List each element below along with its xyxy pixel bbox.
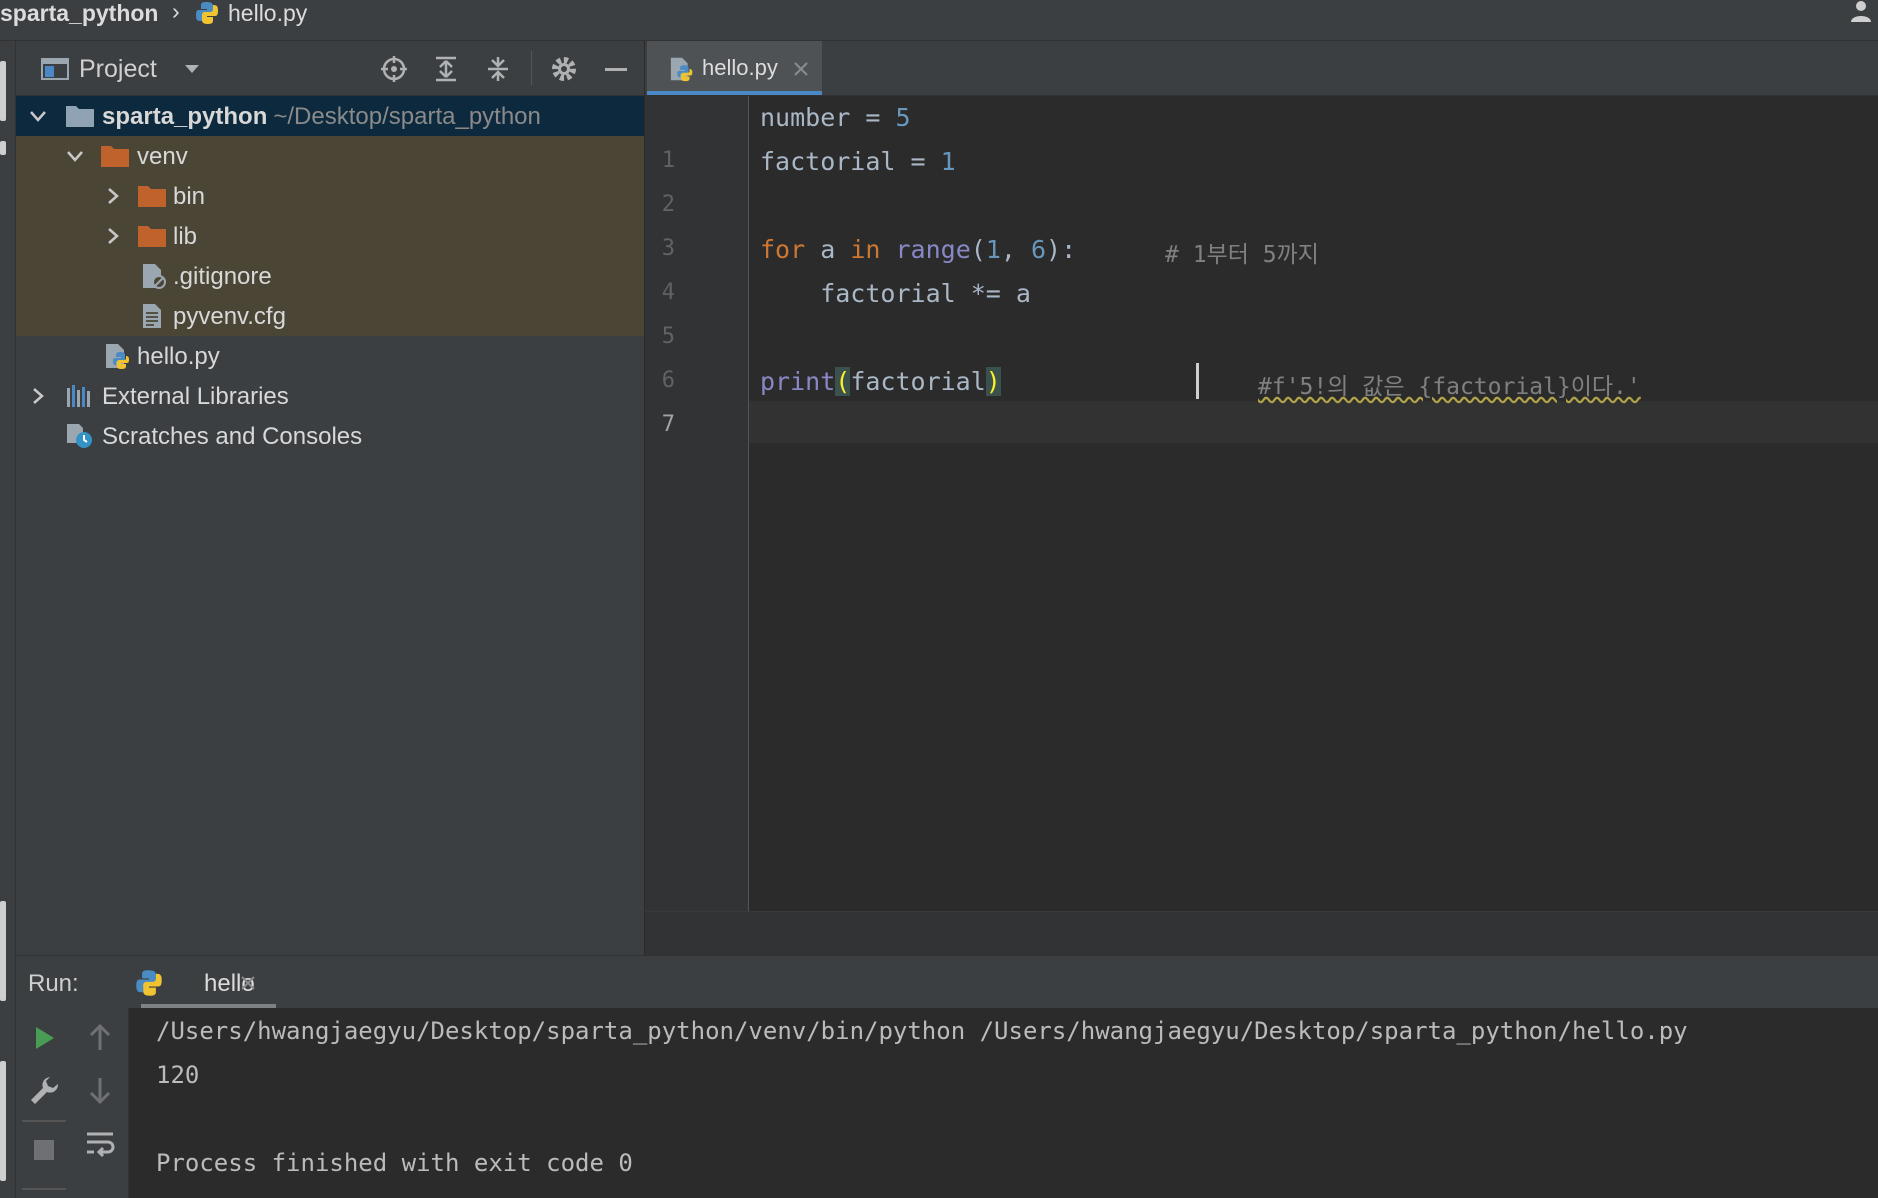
project-view-title[interactable]: Project: [79, 55, 157, 84]
console-line-output: 120: [156, 1061, 200, 1089]
tree-item-label: lib: [173, 223, 198, 250]
tool-stripe-marker: [0, 141, 6, 155]
arrow-up-icon[interactable]: [84, 1022, 116, 1054]
tree-item-external-libraries[interactable]: External Libraries: [16, 376, 644, 416]
text-cursor: [1196, 363, 1199, 399]
editor-tab-label: hello.py: [702, 55, 778, 80]
user-icon[interactable]: [1848, 0, 1874, 22]
run-toolbar: [16, 1008, 129, 1198]
project-tool-window-button[interactable]: [0, 61, 6, 121]
library-icon: [67, 385, 90, 407]
soft-wrap-icon[interactable]: [84, 1128, 116, 1160]
line-number-current: 7: [661, 412, 675, 437]
stop-icon[interactable]: [28, 1134, 60, 1166]
tree-item-gitignore[interactable]: .gitignore: [16, 256, 644, 296]
close-icon[interactable]: [240, 975, 256, 991]
line-number: 5: [661, 324, 675, 349]
python-file-icon: [196, 2, 218, 24]
run-icon[interactable]: [28, 1022, 60, 1054]
run-console[interactable]: /Users/hwangjaegyu/Desktop/sparta_python…: [129, 1008, 1878, 1198]
folder-icon: [66, 106, 94, 127]
toolbar-divider: [22, 1120, 66, 1122]
excluded-folder-icon: [138, 226, 166, 247]
editor-tab-hello-py[interactable]: hello.py: [647, 41, 822, 95]
python-icon: [136, 970, 162, 996]
code-comment-line-7: #f'5!의 값은 {factorial}이다.': [1258, 374, 1641, 400]
tree-item-venv[interactable]: venv: [16, 136, 644, 176]
run-panel-label: Run:: [28, 970, 79, 997]
editor-status-strip: [645, 911, 1878, 956]
line-number-gutter[interactable]: 1 2 3 4 5 6 7: [645, 96, 749, 951]
tree-item-label: venv: [137, 143, 188, 170]
tree-item-project-root[interactable]: sparta_python ~/Desktop/sparta_python: [16, 96, 644, 136]
gear-icon[interactable]: [550, 55, 578, 83]
ignore-file-icon: [143, 264, 166, 289]
config-file-icon: [143, 304, 161, 328]
code-line-4[interactable]: for a in range(1, 6):: [760, 235, 1076, 264]
scratches-icon: [67, 424, 92, 448]
collapse-all-icon[interactable]: [484, 55, 512, 83]
editor-tab-bar: hello.py: [645, 41, 1878, 96]
code-comment-line-4: # 1부터 5까지: [1165, 242, 1319, 268]
project-toolbar: Project: [16, 41, 644, 96]
line-number: 4: [661, 280, 675, 305]
close-icon[interactable]: [793, 61, 809, 77]
console-line-exit: Process finished with exit code 0: [156, 1149, 633, 1177]
console-line-command: /Users/hwangjaegyu/Desktop/sparta_python…: [156, 1017, 1688, 1045]
chevron-down-icon[interactable]: [178, 55, 206, 83]
tree-item-label: pyvenv.cfg: [173, 303, 286, 330]
code-line-7[interactable]: print(factorial): [760, 367, 1001, 396]
current-line-highlight: [749, 401, 1878, 443]
excluded-folder-icon: [101, 146, 129, 167]
code-line-5[interactable]: factorial *= a: [760, 279, 1031, 308]
chevron-right-icon[interactable]: [104, 187, 122, 205]
tree-item-lib[interactable]: lib: [16, 216, 644, 256]
tree-item-label: sparta_python: [102, 103, 268, 130]
active-tab-indicator: [647, 91, 822, 95]
editor: hello.py 1 2 3 4 5 6 7 number = 5 factor…: [645, 41, 1878, 956]
line-number: 3: [661, 236, 675, 261]
tree-item-pyvenv-cfg[interactable]: pyvenv.cfg: [16, 296, 644, 336]
chevron-down-icon[interactable]: [66, 147, 84, 165]
bookmarks-tool-window-button[interactable]: [0, 1061, 6, 1181]
tree-item-label: hello.py: [137, 343, 220, 370]
left-tool-stripe: [0, 41, 16, 1198]
project-panel: Project sparta_python ~/Desktop/sparta_py…: [16, 41, 645, 955]
wrench-icon[interactable]: [28, 1074, 60, 1106]
tree-item-label: .gitignore: [173, 263, 272, 290]
run-tab-hello[interactable]: hello: [116, 956, 276, 1008]
tree-item-path: ~/Desktop/sparta_python: [273, 103, 541, 130]
tree-item-label: External Libraries: [102, 383, 289, 410]
breadcrumb-project[interactable]: sparta_python: [0, 0, 158, 26]
tree-item-label: bin: [173, 183, 206, 210]
chevron-down-icon[interactable]: [29, 107, 47, 125]
project-view-icon: [41, 58, 69, 80]
arrow-down-icon[interactable]: [84, 1074, 116, 1106]
excluded-folder-icon: [138, 186, 166, 207]
navigation-bar: sparta_python › hello.py: [0, 0, 1878, 41]
structure-tool-window-button[interactable]: [0, 901, 6, 1001]
toolbar-divider: [531, 51, 532, 85]
code-line-1[interactable]: number = 5: [760, 103, 911, 132]
breadcrumb-file[interactable]: hello.py: [228, 0, 307, 26]
tree-item-hello-py[interactable]: hello.py: [16, 336, 644, 376]
expand-all-icon[interactable]: [432, 55, 460, 83]
tree-item-label: Scratches and Consoles: [102, 423, 363, 450]
minimize-icon[interactable]: [602, 55, 630, 83]
line-number: 2: [661, 192, 675, 217]
chevron-right-icon[interactable]: [29, 387, 47, 405]
line-number: 6: [661, 368, 675, 393]
code-line-2[interactable]: factorial = 1: [760, 147, 956, 176]
toolbar-divider: [22, 1188, 66, 1190]
run-panel-header: Run: hello: [16, 955, 1878, 1009]
tree-item-bin[interactable]: bin: [16, 176, 644, 216]
line-number: 1: [661, 148, 675, 173]
breadcrumb-separator: ›: [172, 0, 180, 24]
chevron-right-icon[interactable]: [104, 227, 122, 245]
python-file-icon: [670, 57, 693, 82]
tree-item-scratches[interactable]: Scratches and Consoles: [16, 416, 644, 456]
locate-file-icon[interactable]: [380, 55, 408, 83]
python-file-icon: [106, 344, 129, 369]
